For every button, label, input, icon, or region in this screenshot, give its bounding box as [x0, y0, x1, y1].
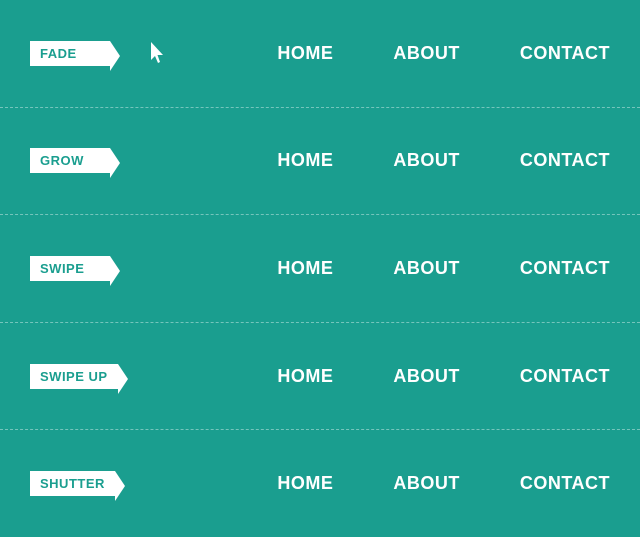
nav-links-4: HOME ABOUT CONTACT: [277, 473, 610, 494]
nav-link-contact-4[interactable]: CONTACT: [520, 366, 610, 387]
nav-link-contact-3[interactable]: CONTACT: [520, 258, 610, 279]
rows-container: FADE HOME ABOUT CONTACT GROW HOME ABOUT CONTAC…: [0, 0, 640, 537]
grow-row: GROW HOME ABOUT CONTACT: [0, 108, 640, 216]
label-badge-2[interactable]: SWIPE: [30, 256, 110, 281]
nav-link-contact-5[interactable]: CONTACT: [520, 473, 610, 494]
nav-link-about-4[interactable]: ABOUT: [393, 366, 460, 387]
label-badge-3[interactable]: SWIPE UP: [30, 364, 118, 389]
nav-link-about-5[interactable]: ABOUT: [393, 473, 460, 494]
label-badge-0[interactable]: FADE: [30, 41, 110, 66]
label-badge-1[interactable]: GROW: [30, 148, 110, 173]
nav-link-home-4[interactable]: HOME: [277, 366, 333, 387]
nav-links-1: HOME ABOUT CONTACT: [277, 150, 610, 171]
nav-link-home-5[interactable]: HOME: [277, 473, 333, 494]
nav-link-about-2[interactable]: ABOUT: [393, 150, 460, 171]
nav-link-home-2[interactable]: HOME: [277, 150, 333, 171]
nav-links-0: HOME ABOUT CONTACT: [277, 43, 610, 64]
nav-link-about-1[interactable]: ABOUT: [393, 43, 460, 64]
nav-link-contact-2[interactable]: CONTACT: [520, 150, 610, 171]
nav-link-contact-1[interactable]: CONTACT: [520, 43, 610, 64]
swipe-up-row: SWIPE UP HOME ABOUT CONTACT: [0, 323, 640, 431]
label-badge-4[interactable]: SHUTTER: [30, 471, 115, 496]
nav-links-3: HOME ABOUT CONTACT: [277, 366, 610, 387]
nav-link-home-1[interactable]: HOME: [277, 43, 333, 64]
swipe-row: SWIPE HOME ABOUT CONTACT: [0, 215, 640, 323]
cursor-area: [130, 42, 190, 64]
nav-links-2: HOME ABOUT CONTACT: [277, 258, 610, 279]
shutter-row: SHUTTER HOME ABOUT CONTACT: [0, 430, 640, 537]
fade-row: FADE HOME ABOUT CONTACT: [0, 0, 640, 108]
nav-link-home-3[interactable]: HOME: [277, 258, 333, 279]
nav-link-about-3[interactable]: ABOUT: [393, 258, 460, 279]
cursor-icon: [151, 42, 169, 64]
